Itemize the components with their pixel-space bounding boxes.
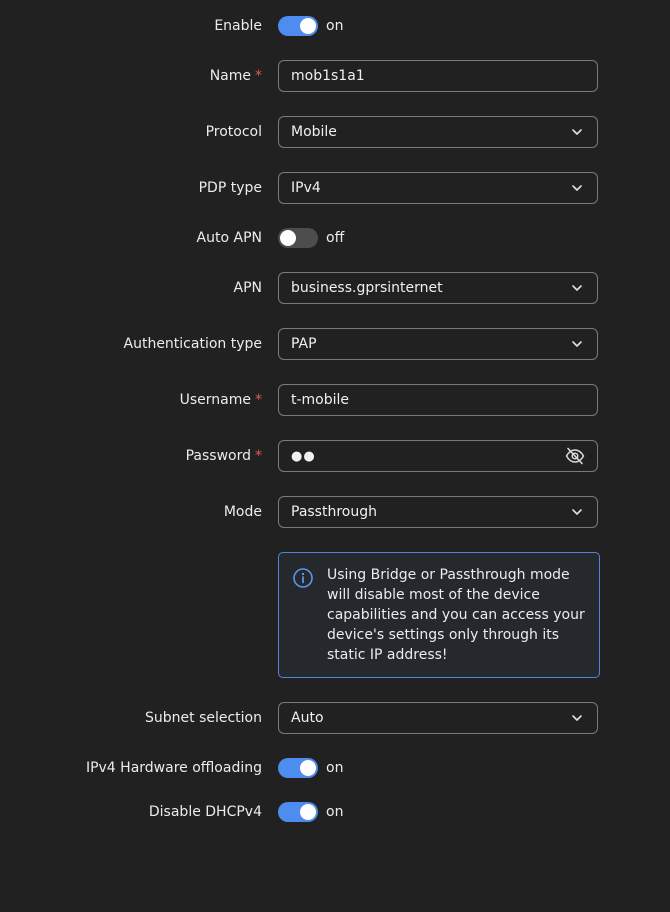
ipv4-hw-offloading-toggle[interactable]: [278, 758, 318, 778]
auth-type-row: Authentication type PAP: [0, 328, 670, 360]
apn-value: business.gprsinternet: [291, 280, 443, 296]
username-row: Username * t-mobile: [0, 384, 670, 416]
username-label: Username *: [179, 392, 262, 408]
chevron-down-icon: [572, 509, 582, 515]
disable-dhcpv4-toggle[interactable]: [278, 802, 318, 822]
ipv4-hw-offloading-state: on: [326, 760, 344, 776]
info-icon: [293, 568, 313, 588]
chevron-down-icon: [572, 285, 582, 291]
username-value: t-mobile: [291, 392, 350, 408]
password-row: Password * ●●: [0, 440, 670, 472]
auth-type-value: PAP: [291, 336, 317, 352]
chevron-down-icon: [572, 715, 582, 721]
auto-apn-state: off: [326, 230, 345, 246]
pdp-type-label: PDP type: [198, 180, 262, 196]
toggle-knob: [280, 230, 296, 246]
toggle-knob: [300, 18, 316, 34]
chevron-down-icon: [572, 129, 582, 135]
name-input[interactable]: mob1s1a1: [278, 60, 598, 92]
auto-apn-toggle[interactable]: [278, 228, 318, 248]
password-input[interactable]: ●●: [278, 440, 598, 472]
subnet-selection-select[interactable]: Auto: [278, 702, 598, 734]
protocol-select[interactable]: Mobile: [278, 116, 598, 148]
enable-row: Enable on: [0, 10, 670, 42]
toggle-knob: [300, 804, 316, 820]
subnet-selection-value: Auto: [291, 710, 324, 726]
name-value: mob1s1a1: [291, 68, 365, 84]
mode-label: Mode: [223, 504, 262, 520]
password-value: ●●: [291, 449, 316, 464]
chevron-down-icon: [572, 341, 582, 347]
notice-text: Using Bridge or Passthrough mode will di…: [327, 567, 585, 663]
name-label: Name *: [209, 68, 262, 84]
protocol-value: Mobile: [291, 124, 337, 140]
mode-value: Passthrough: [291, 504, 377, 520]
apn-label: APN: [233, 280, 263, 296]
pdp-type-row: PDP type IPv4: [0, 172, 670, 204]
mode-row: Mode Passthrough: [0, 496, 670, 528]
auto-apn-row: Auto APN off: [0, 222, 670, 254]
apn-select[interactable]: business.gprsinternet: [278, 272, 598, 304]
disable-dhcpv4-row: Disable DHCPv4 on: [0, 796, 670, 828]
disable-dhcpv4-state: on: [326, 804, 344, 820]
subnet-selection-row: Subnet selection Auto: [0, 702, 670, 734]
required-mark: *: [255, 448, 262, 464]
subnet-selection-label: Subnet selection: [145, 710, 262, 726]
auto-apn-label: Auto APN: [196, 230, 262, 246]
auth-type-label: Authentication type: [123, 336, 263, 352]
eye-slash-icon[interactable]: [565, 447, 585, 465]
pdp-type-value: IPv4: [291, 180, 321, 196]
enable-toggle[interactable]: [278, 16, 318, 36]
pdp-type-select[interactable]: IPv4: [278, 172, 598, 204]
ipv4-hw-offloading-label: IPv4 Hardware offloading: [85, 760, 262, 776]
toggle-knob: [300, 760, 316, 776]
ipv4-hw-offloading-row: IPv4 Hardware offloading on: [0, 752, 670, 784]
required-mark: *: [255, 392, 262, 408]
mode-warning-notice: Using Bridge or Passthrough mode will di…: [278, 552, 600, 678]
name-row: Name * mob1s1a1: [0, 60, 670, 92]
chevron-down-icon: [572, 185, 582, 191]
username-input[interactable]: t-mobile: [278, 384, 598, 416]
auth-type-select[interactable]: PAP: [278, 328, 598, 360]
mode-select[interactable]: Passthrough: [278, 496, 598, 528]
disable-dhcpv4-label: Disable DHCPv4: [148, 804, 262, 820]
password-label: Password *: [185, 448, 262, 464]
apn-row: APN business.gprsinternet: [0, 272, 670, 304]
enable-label: Enable: [214, 18, 262, 34]
protocol-label: Protocol: [205, 124, 262, 140]
enable-state: on: [326, 18, 344, 34]
required-mark: *: [255, 68, 262, 84]
protocol-row: Protocol Mobile: [0, 116, 670, 148]
